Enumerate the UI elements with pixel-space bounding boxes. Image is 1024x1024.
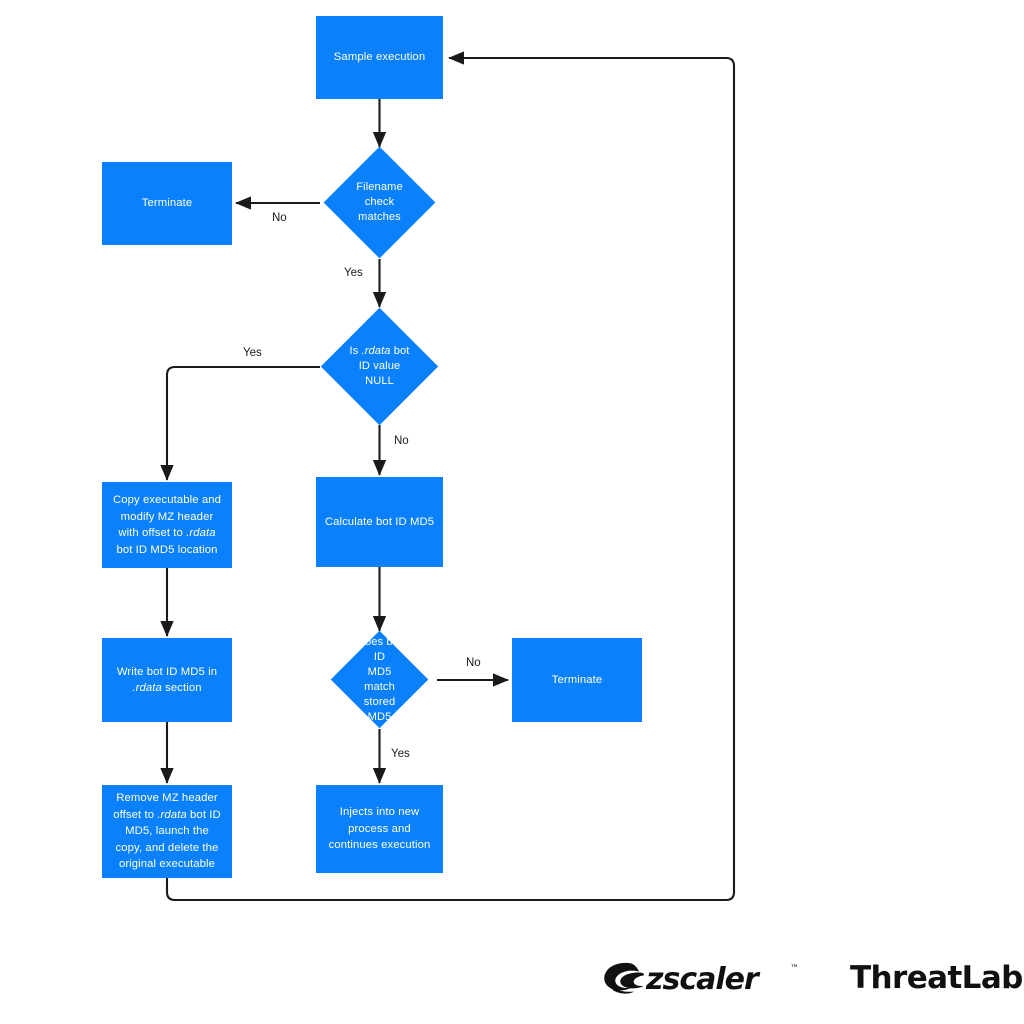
node-terminate-right-label: Terminate bbox=[551, 673, 603, 686]
flowchart-canvas: Terminate (left) --> rdata diamond --> l… bbox=[0, 0, 1024, 1024]
node-remove-mz-offset[interactable]: Remove MZ header offset to .rdata bot ID… bbox=[102, 785, 232, 878]
node-inject-process[interactable]: Injects into new process and continues e… bbox=[316, 785, 443, 873]
node-copy-executable-label: Copy executable and modify MZ header wit… bbox=[112, 494, 222, 556]
node-rdata-null-check-label: Is .rdata bot ID value NULL bbox=[349, 345, 410, 387]
node-copy-executable[interactable]: Copy executable and modify MZ header wit… bbox=[102, 482, 232, 568]
svg-text:zscaler: zscaler bbox=[645, 962, 761, 997]
edge-label-md5-no: No bbox=[466, 657, 481, 669]
rdata-token: .rdata bbox=[157, 808, 187, 821]
node-terminate-left-label: Terminate bbox=[141, 197, 193, 210]
edge-label-rdata-yes: Yes bbox=[243, 347, 262, 359]
edge-rdata-yes-copy bbox=[160, 365, 320, 481]
node-terminate-left[interactable]: Terminate bbox=[102, 162, 232, 245]
brand-logo: zscaler ™ ThreatLabz bbox=[598, 950, 1024, 1006]
trademark-symbol: ™ bbox=[790, 964, 799, 974]
node-filename-check[interactable]: Filename check matches bbox=[323, 146, 436, 259]
edge-label-filename-yes: Yes bbox=[344, 267, 363, 279]
edge-label-filename-no: No bbox=[272, 212, 287, 224]
threatlabz-wordmark: ThreatLabz bbox=[850, 960, 1024, 996]
edge-label-rdata-no: No bbox=[394, 435, 409, 447]
node-calculate-md5[interactable]: Calculate bot ID MD5 bbox=[316, 477, 443, 567]
node-terminate-right[interactable]: Terminate bbox=[512, 638, 642, 722]
edge-label-md5-yes: Yes bbox=[391, 748, 410, 760]
zscaler-logo: zscaler ™ bbox=[598, 950, 804, 1006]
rdata-token: .rdata bbox=[186, 527, 216, 539]
node-sample-execution-label: Sample execution bbox=[333, 51, 426, 64]
zscaler-wordmark-icon: zscaler ™ bbox=[604, 962, 799, 997]
rdata-token: .rdata bbox=[132, 682, 162, 694]
node-calculate-md5-label: Calculate bot ID MD5 bbox=[324, 515, 435, 528]
node-md5-match-check[interactable]: Does bot ID MD5 match stored MD5 bbox=[330, 630, 429, 729]
node-sample-execution[interactable]: Sample execution bbox=[316, 16, 443, 99]
node-write-md5[interactable]: Write bot ID MD5 in .rdata section bbox=[102, 638, 232, 722]
rdata-token: .rdata bbox=[361, 345, 391, 357]
node-rdata-null-check[interactable]: Is .rdata bot ID value NULL bbox=[320, 307, 439, 426]
node-remove-mz-offset-label: Remove MZ header offset to .rdata bot ID… bbox=[113, 792, 221, 871]
node-md5-match-check-label: Does bot ID MD5 match stored MD5 bbox=[356, 635, 403, 723]
node-inject-process-label: Injects into new process and continues e… bbox=[328, 806, 431, 852]
edge-loop-back bbox=[165, 51, 736, 902]
node-filename-check-label: Filename check matches bbox=[356, 181, 403, 223]
node-write-md5-label: Write bot ID MD5 in .rdata section bbox=[116, 665, 218, 695]
